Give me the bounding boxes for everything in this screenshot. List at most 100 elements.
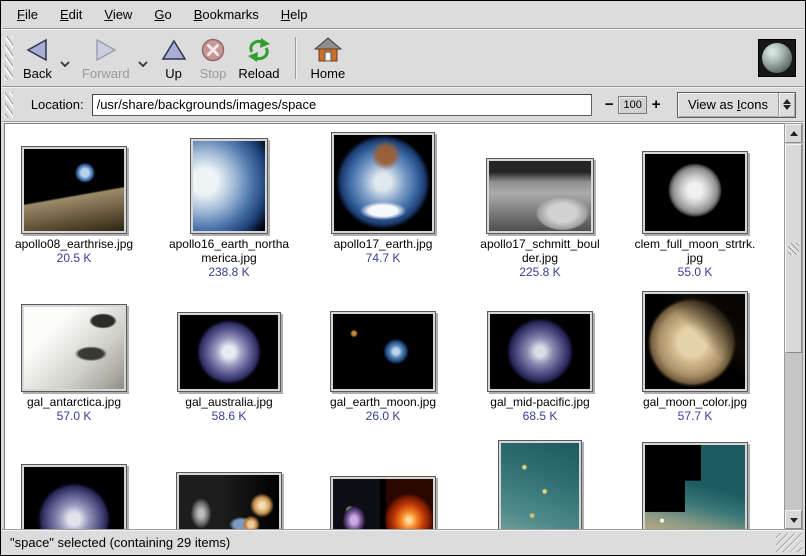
scroll-down-button[interactable] [785,510,802,529]
scrollbar-grip-icon [788,243,799,255]
mooncolor-image [645,294,745,389]
icon-view[interactable]: apollo08_earthrise.jpg20.5 Kapollo16_ear… [4,123,785,530]
apollo16-image [193,141,265,231]
file-name: apollo17_earth.jpg [334,237,433,251]
antarctica-image [24,307,124,389]
toolbar-drag-handle[interactable] [5,36,13,80]
menu-bookmarks[interactable]: Bookmarks [183,3,270,26]
file-item[interactable]: apollo17_earth.jpg74.7 K [308,132,458,265]
file-thumbnail[interactable] [21,304,127,392]
file-thumbnail[interactable] [21,464,127,530]
scrollbar-thumb[interactable] [785,144,802,353]
file-item[interactable] [465,438,615,530]
file-thumbnail[interactable] [190,138,268,234]
location-bar-drag-handle[interactable] [5,92,13,118]
file-size: 225.8 K [519,265,560,279]
file-name: gal_mid-pacific.jpg [490,395,589,409]
up-button[interactable]: Up [156,33,192,84]
file-thumbnail[interactable] [642,291,748,392]
toolbar-separator [295,37,296,79]
file-thumbnail[interactable] [498,440,582,530]
file-thumbnail[interactable] [331,132,435,234]
file-item[interactable] [154,438,304,530]
thumbnail-box [154,132,304,234]
thumbnail-box [4,438,149,530]
window-resize-grip[interactable] [776,533,802,552]
r3-galaxies-image [179,475,279,530]
file-item[interactable] [4,438,149,530]
vertical-scrollbar[interactable] [784,123,803,530]
menu-help[interactable]: Help [270,3,319,26]
file-thumbnail[interactable] [642,151,748,234]
thumbnail-box [465,438,615,530]
forward-history-dropdown-button[interactable] [136,35,150,81]
forward-button[interactable]: Forward [78,33,134,84]
file-name: apollo16_earth_northa [169,237,289,251]
file-name: apollo08_earthrise.jpg [15,237,133,251]
menu-view[interactable]: View [93,3,143,26]
file-item[interactable]: apollo16_earth_northamerica.jpg238.8 K [154,132,304,279]
menubar: FileEditViewGoBookmarksHelp [2,1,804,29]
view-as-dropdown[interactable]: View as Icons [677,92,796,118]
menu-go[interactable]: Go [143,3,182,26]
r3-nebulae-image [333,479,433,530]
stop-button-label: Stop [200,66,227,81]
r3-earth-image [24,467,124,530]
file-size: 238.8 K [208,265,249,279]
reload-button[interactable]: Reload [234,33,283,84]
file-thumbnail[interactable] [21,146,127,234]
file-name: jpg [687,251,703,265]
file-item[interactable]: apollo08_earthrise.jpg20.5 K [4,132,149,265]
thumbnail-box [4,290,149,392]
reload-button-label: Reload [238,66,279,81]
scroll-up-icon [790,131,798,136]
file-item[interactable]: gal_australia.jpg58.6 K [154,290,304,423]
file-item[interactable] [308,438,458,530]
zoom-out-button[interactable]: − [600,96,618,113]
zoom-in-button[interactable]: + [647,96,665,113]
scroll-up-button[interactable] [785,124,802,143]
file-item[interactable]: clem_full_moon_strtrk.jpg55.0 K [620,132,770,279]
thumbnail-box [154,290,304,392]
menu-file[interactable]: File [6,3,49,26]
file-thumbnail[interactable] [642,442,748,530]
location-bar: Location: − 100 + View as Icons [2,88,804,122]
file-size: 57.7 K [678,409,713,423]
australia-image [180,315,278,389]
globe-throbber-icon [762,43,792,73]
toolbar: Back Forward Up Stop Reload Home [2,30,804,87]
back-button[interactable]: Back [19,33,56,84]
back-history-dropdown-button[interactable] [58,35,72,81]
file-thumbnail[interactable] [176,472,282,530]
file-item[interactable]: gal_moon_color.jpg57.7 K [620,290,770,423]
file-thumbnail[interactable] [330,476,436,530]
home-button[interactable]: Home [307,33,350,84]
file-item[interactable]: gal_antarctica.jpg57.0 K [4,290,149,423]
thumbnail-box [620,132,770,234]
up-button-label: Up [165,66,182,81]
file-item[interactable] [620,438,770,530]
up-icon [160,36,188,64]
file-thumbnail[interactable] [330,311,436,392]
file-item[interactable]: gal_earth_moon.jpg26.0 K [308,290,458,423]
file-thumbnail[interactable] [486,158,594,234]
location-label: Location: [31,97,84,112]
file-thumbnail[interactable] [177,312,281,392]
thumbnail-box [620,438,770,530]
thumbnail-box [154,438,304,530]
status-text: "space" selected (containing 29 items) [10,535,230,550]
status-bar: "space" selected (containing 29 items) [2,529,804,554]
home-button-label: Home [311,66,346,81]
file-item[interactable]: apollo17_schmitt_boulder.jpg225.8 K [465,132,615,279]
file-name: merica.jpg [201,251,256,265]
file-thumbnail[interactable] [487,311,593,392]
menu-edit[interactable]: Edit [49,3,93,26]
thumbnail-box [4,132,149,234]
location-input[interactable] [92,94,593,116]
file-manager-window: FileEditViewGoBookmarksHelp Back Forward U… [0,0,806,556]
zoom-level: 100 [618,96,647,114]
file-name: apollo17_schmitt_boul [480,237,599,251]
file-size: 74.7 K [366,251,401,265]
file-item[interactable]: gal_mid-pacific.jpg68.5 K [465,290,615,423]
stop-button[interactable]: Stop [196,33,231,84]
